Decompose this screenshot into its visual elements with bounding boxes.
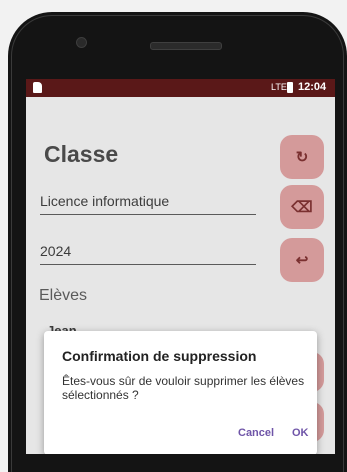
section-title: Elèves: [39, 287, 88, 304]
refresh-icon: ↻: [295, 149, 309, 166]
class-name-field[interactable]: Licence informatique: [40, 193, 256, 215]
dialog-message: Êtes-vous sûr de vouloir supprimer les é…: [62, 374, 305, 402]
cancel-button[interactable]: Cancel: [238, 427, 274, 439]
battery-icon: [287, 82, 293, 93]
app-screen: LTE 12:04 Classe ↻ Licence informatique …: [26, 79, 335, 454]
undo-icon: ↩: [295, 252, 309, 269]
sd-card-icon: [33, 82, 42, 93]
signal-icon: LTE: [271, 82, 287, 92]
back-button[interactable]: ↩: [280, 238, 324, 282]
page-title: Classe: [44, 141, 119, 167]
status-time: 12:04: [298, 81, 327, 93]
camera-icon: [76, 37, 87, 48]
ok-button[interactable]: OK: [292, 427, 309, 439]
refresh-button[interactable]: ↻: [280, 135, 324, 179]
delete-button[interactable]: ⌫: [280, 185, 324, 229]
year-field[interactable]: 2024: [40, 243, 256, 265]
backspace-icon: ⌫: [291, 199, 313, 216]
dialog-title: Confirmation de suppression: [62, 348, 257, 364]
status-bar: LTE 12:04: [26, 79, 335, 97]
speaker-grille: [150, 42, 222, 50]
confirm-dialog: Confirmation de suppression Êtes-vous sû…: [44, 331, 317, 454]
